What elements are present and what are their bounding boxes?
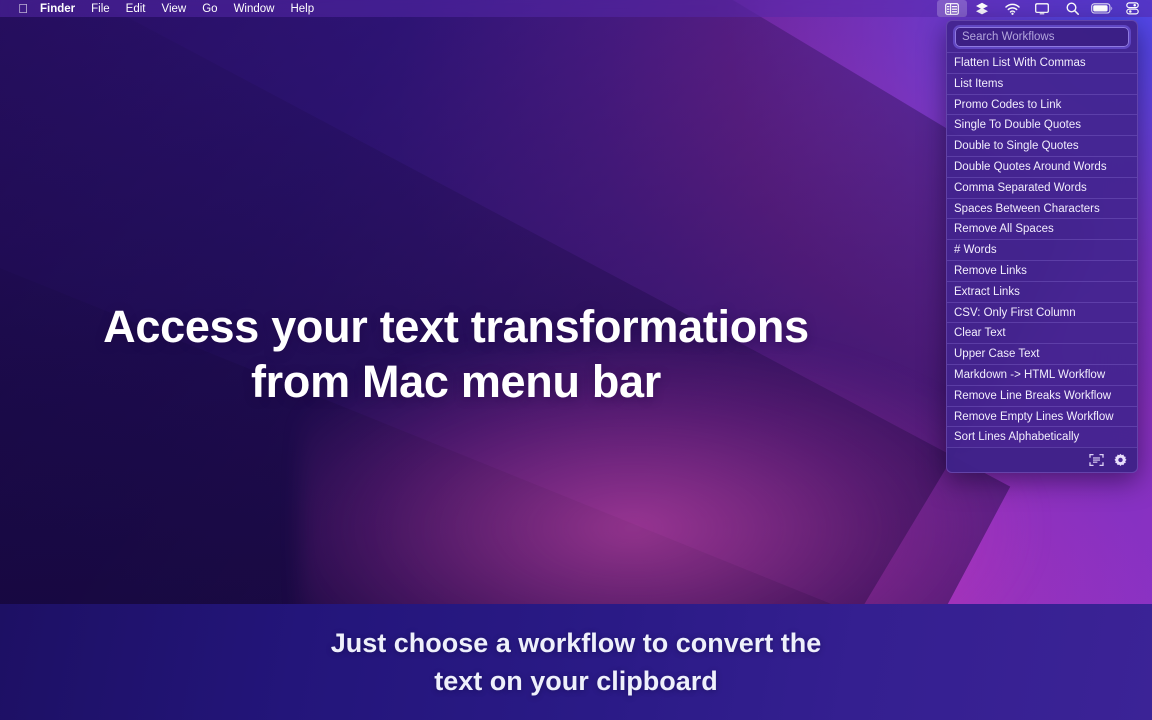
page-headline: Access your text transformations from Ma… bbox=[0, 300, 912, 410]
workflow-item-list-items[interactable]: List Items bbox=[947, 72, 1137, 94]
control-center-icon[interactable] bbox=[1117, 0, 1147, 17]
workflow-item-sort-lines-alphabetically[interactable]: Sort Lines Alphabetically bbox=[947, 426, 1137, 447]
workflow-item-flatten-list-with-commas[interactable]: Flatten List With Commas bbox=[947, 52, 1137, 73]
workflows-menubar-icon[interactable] bbox=[937, 0, 967, 17]
menu-item-file[interactable]: File bbox=[83, 0, 118, 17]
menu-item-edit[interactable]: Edit bbox=[118, 0, 154, 17]
workflow-item-upper-case-text[interactable]: Upper Case Text bbox=[947, 343, 1137, 364]
macos-menu-bar:  Finder File Edit View Go Window Help bbox=[0, 0, 1152, 17]
workflow-item-double-quotes-around-words[interactable]: Double Quotes Around Words bbox=[947, 155, 1137, 177]
caption-line-1: Just choose a workflow to convert the bbox=[330, 628, 822, 658]
headline-line-1: Access your text transformations bbox=[103, 301, 809, 352]
workflows-dropdown-panel: Flatten List With Commas List Items Prom… bbox=[946, 20, 1138, 474]
menu-bar-status-group bbox=[937, 0, 1152, 17]
display-icon[interactable] bbox=[1027, 0, 1057, 17]
workflow-list: Flatten List With Commas List Items Prom… bbox=[947, 52, 1137, 447]
menu-item-finder[interactable]: Finder bbox=[36, 0, 83, 17]
panel-footer bbox=[947, 447, 1137, 473]
workflow-item-comma-separated-words[interactable]: Comma Separated Words bbox=[947, 176, 1137, 198]
wifi-icon[interactable] bbox=[997, 0, 1027, 17]
caption-line-2: text on your clipboard bbox=[434, 666, 718, 697]
apple-logo-icon[interactable]:  bbox=[0, 2, 36, 15]
workflow-item-csv-only-first-column[interactable]: CSV: Only First Column bbox=[947, 301, 1137, 323]
workflow-item-remove-empty-lines[interactable]: Remove Empty Lines Workflow bbox=[947, 405, 1137, 427]
dropbox-icon[interactable] bbox=[967, 0, 997, 17]
menu-bar-left-group:  Finder File Edit View Go Window Help bbox=[0, 0, 322, 17]
workflow-item-clear-text[interactable]: Clear Text bbox=[947, 322, 1137, 343]
workflow-item-extract-links[interactable]: Extract Links bbox=[947, 280, 1137, 302]
gear-icon[interactable] bbox=[1111, 451, 1129, 469]
search-container bbox=[947, 21, 1137, 52]
workflow-item-remove-all-spaces[interactable]: Remove All Spaces bbox=[947, 218, 1137, 239]
menu-item-go[interactable]: Go bbox=[194, 0, 225, 17]
workflow-item-markdown-to-html[interactable]: Markdown -> HTML Workflow bbox=[947, 363, 1137, 385]
menu-item-window[interactable]: Window bbox=[226, 0, 283, 17]
workflow-item-remove-links[interactable]: Remove Links bbox=[947, 259, 1137, 281]
workflow-item-double-to-single-quotes[interactable]: Double to Single Quotes bbox=[947, 135, 1137, 156]
caption-text: Just choose a workflow to convert the te… bbox=[0, 624, 1152, 701]
workflow-item-hash-words[interactable]: # Words bbox=[947, 239, 1137, 260]
workflow-item-single-to-double-quotes[interactable]: Single To Double Quotes bbox=[947, 114, 1137, 135]
spotlight-search-icon[interactable] bbox=[1057, 0, 1087, 17]
workflow-item-promo-codes-to-link[interactable]: Promo Codes to Link bbox=[947, 93, 1137, 115]
workflow-item-remove-line-breaks[interactable]: Remove Line Breaks Workflow bbox=[947, 384, 1137, 406]
search-input[interactable] bbox=[953, 25, 1131, 49]
workflow-item-spaces-between-characters[interactable]: Spaces Between Characters bbox=[947, 197, 1137, 219]
menu-item-help[interactable]: Help bbox=[282, 0, 322, 17]
headline-line-2: from Mac menu bar bbox=[251, 355, 661, 407]
text-scan-icon[interactable] bbox=[1087, 451, 1105, 469]
battery-icon[interactable] bbox=[1087, 0, 1117, 17]
menu-item-view[interactable]: View bbox=[154, 0, 195, 17]
